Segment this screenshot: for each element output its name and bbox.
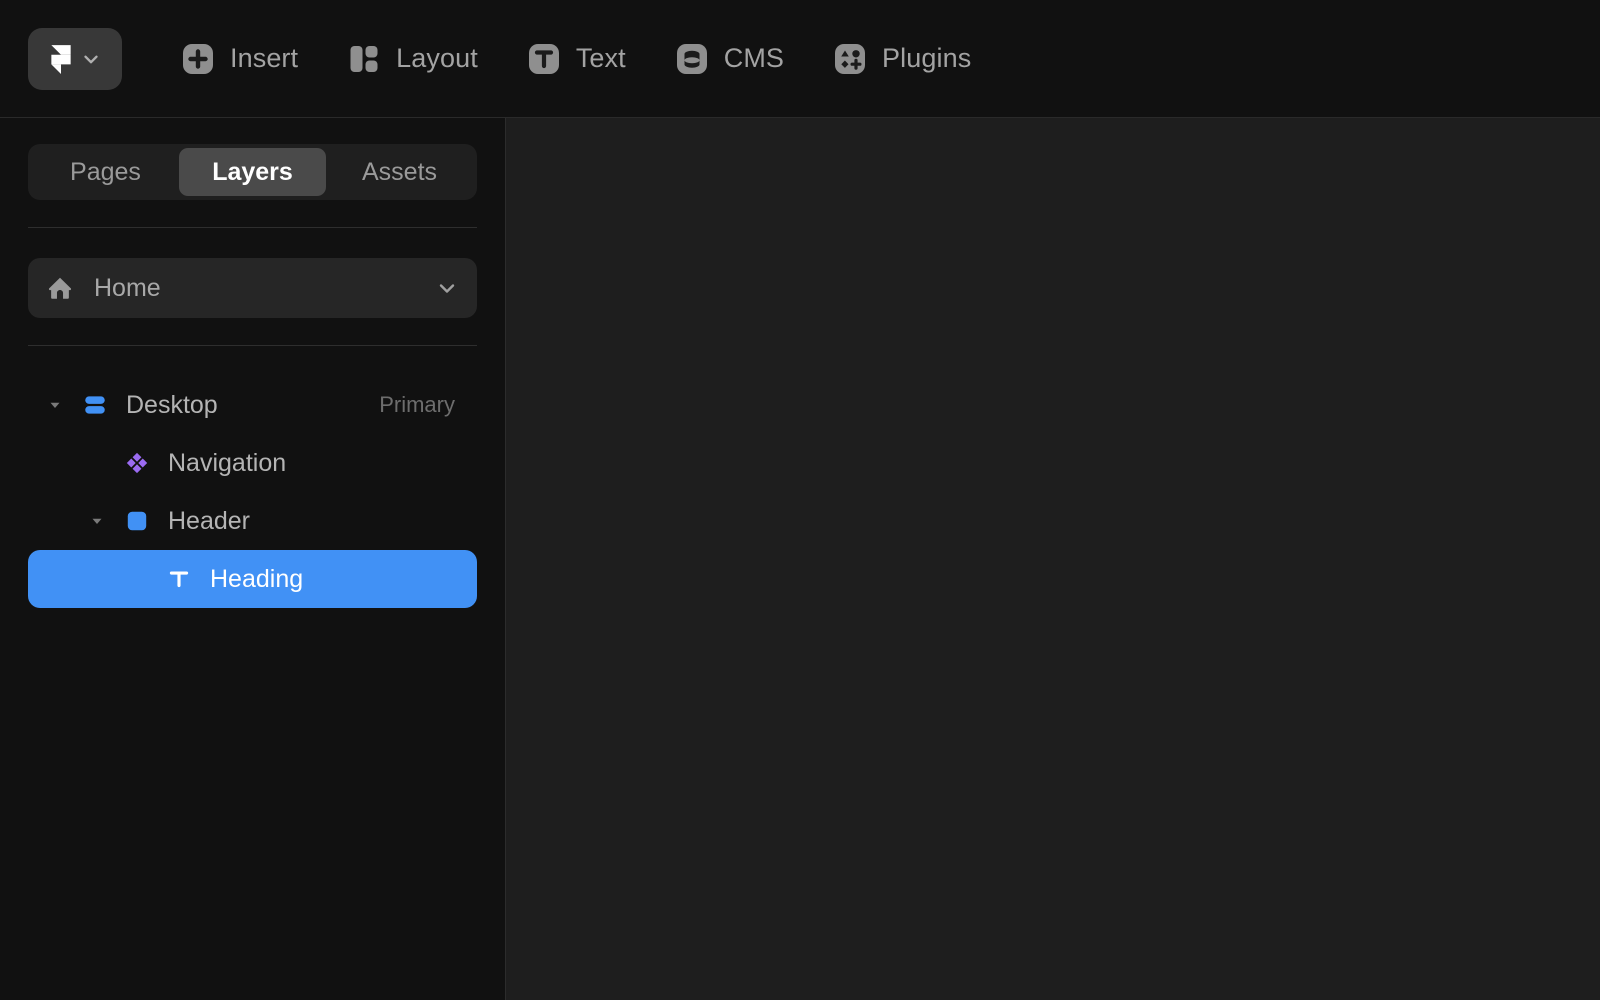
toolbar-text-button[interactable]: Text — [508, 31, 644, 87]
chevron-down-icon — [439, 284, 455, 293]
workspace: Pages Layers Assets Home Desktop Primary… — [0, 118, 1600, 1000]
toolbar-layout-label: Layout — [396, 43, 478, 73]
layer-badge-primary: Primary — [379, 392, 455, 417]
tab-assets[interactable]: Assets — [326, 148, 473, 196]
layer-label-desktop: Desktop — [126, 390, 218, 419]
framer-app-window: Insert Layout Text CMS Plugins Pages Lay… — [0, 0, 1600, 1000]
framer-logo-icon — [51, 44, 71, 74]
page-selector-label: Home — [94, 273, 161, 302]
sidebar-divider-bottom — [28, 345, 477, 346]
text-t-icon — [528, 43, 559, 74]
component-icon — [126, 452, 148, 474]
toolbar-plugins-button[interactable]: Plugins — [814, 31, 989, 87]
sidebar-tabs: Pages Layers Assets — [28, 144, 477, 200]
toolbar-insert-label: Insert — [230, 43, 299, 73]
sidebar-divider-top — [28, 227, 477, 228]
layout-panels-icon — [350, 45, 378, 72]
framer-menu-button[interactable] — [28, 27, 122, 90]
top-toolbar: Insert Layout Text CMS Plugins — [0, 0, 1600, 118]
home-icon — [48, 277, 72, 299]
layer-label-heading: Heading — [210, 564, 304, 593]
database-icon — [676, 43, 707, 74]
layer-label-header: Header — [168, 506, 250, 535]
toolbar-text-label: Text — [575, 43, 626, 73]
frame-icon — [127, 511, 147, 531]
layer-row-header[interactable]: Header — [28, 492, 477, 550]
tab-pages[interactable]: Pages — [32, 148, 179, 196]
layer-label-navigation: Navigation — [168, 448, 287, 477]
toolbar-items: Insert Layout Text CMS Plugins — [162, 31, 989, 87]
plus-square-icon — [183, 43, 213, 74]
disclosure-triangle-icon[interactable] — [86, 510, 108, 532]
layer-row-desktop[interactable]: Desktop Primary — [28, 376, 477, 434]
toolbar-plugins-label: Plugins — [882, 43, 972, 73]
text-layer-icon — [169, 571, 189, 588]
toolbar-insert-button[interactable]: Insert — [162, 31, 316, 87]
plugins-shapes-icon — [835, 43, 866, 74]
page-selector[interactable]: Home — [28, 258, 477, 318]
chevron-down-icon — [84, 55, 98, 63]
layer-row-heading[interactable]: Heading — [28, 550, 477, 608]
tab-layers[interactable]: Layers — [179, 148, 326, 196]
layer-row-navigation[interactable]: Navigation — [28, 434, 477, 492]
design-canvas[interactable] — [506, 118, 1600, 1000]
disclosure-triangle-icon[interactable] — [44, 394, 66, 416]
toolbar-cms-button[interactable]: CMS — [656, 31, 802, 87]
layers-tree: Desktop Primary Navigation Header Headin… — [0, 376, 505, 608]
left-sidebar: Pages Layers Assets Home Desktop Primary… — [0, 118, 506, 1000]
toolbar-cms-label: CMS — [723, 43, 785, 73]
breakpoint-icon — [85, 396, 105, 414]
toolbar-layout-button[interactable]: Layout — [328, 31, 496, 87]
